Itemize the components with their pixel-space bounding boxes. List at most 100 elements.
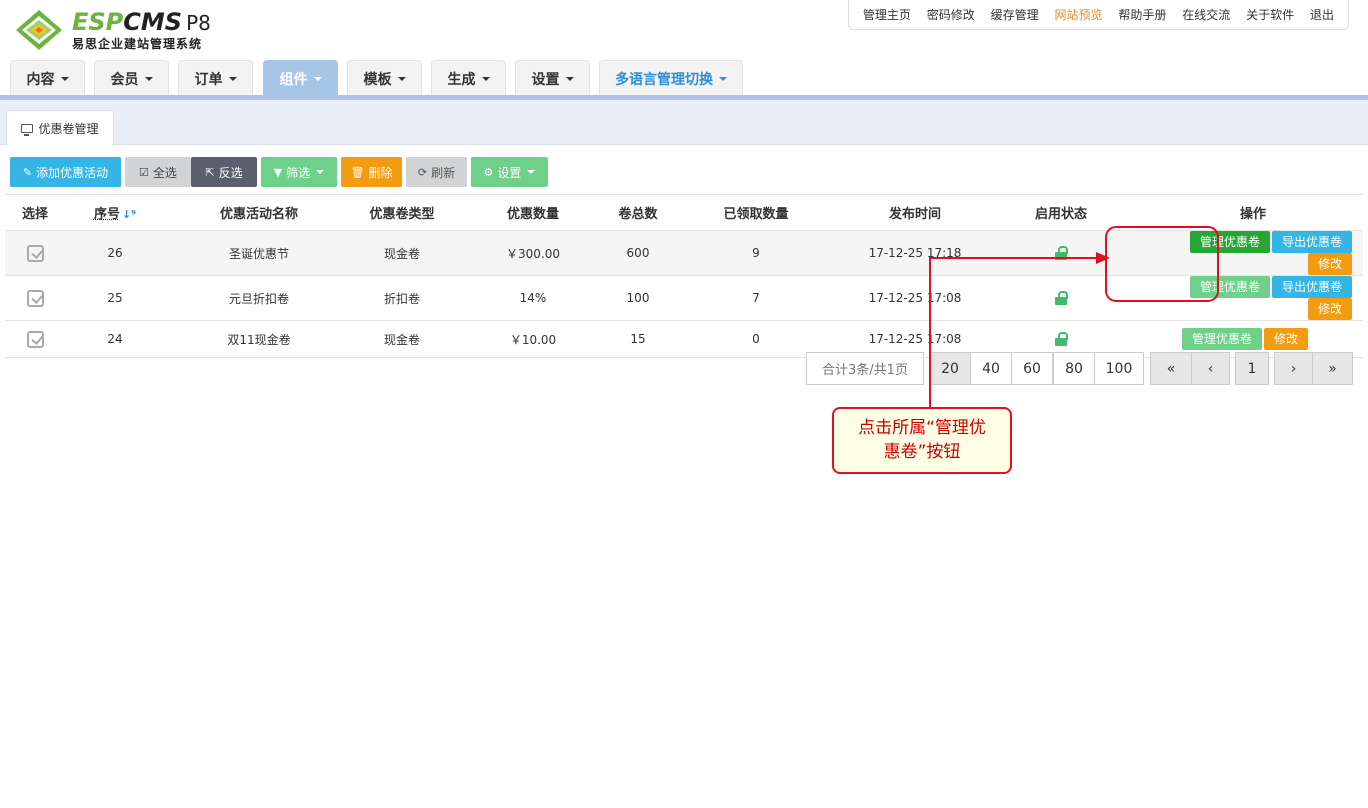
add-activity-label: 添加优惠活动 [36, 165, 109, 180]
invert-select-button[interactable]: ⇱ 反选 [191, 157, 257, 187]
brand-version: P8 [186, 11, 211, 35]
nav-language[interactable]: 多语言管理切换 [599, 60, 743, 96]
row-type: 折扣卷 [353, 275, 451, 321]
chevron-down-icon [313, 76, 322, 81]
header: ESPCMS P8 易思企业建站管理系统 管理主页 密码修改 缓存管理 网站预览 … [0, 0, 1368, 100]
top-links: 管理主页 密码修改 缓存管理 网站预览 帮助手册 在线交流 关于软件 退出 [848, 0, 1349, 30]
topnav-cache[interactable]: 缓存管理 [991, 6, 1039, 23]
page-size-40[interactable]: 40 [970, 352, 1012, 385]
filter-button[interactable]: ▼ 筛选 [261, 157, 337, 187]
nav-generate[interactable]: 生成 [431, 60, 506, 96]
sort-icon[interactable]: ↓⁹ [122, 208, 136, 221]
select-all-button[interactable]: ☑ 全选 [125, 157, 191, 187]
nav-member[interactable]: 会员 [94, 60, 169, 96]
row-time: 17-12-25 17:18 [851, 230, 979, 276]
check-square-icon: ☑ [139, 165, 149, 179]
delete-button[interactable]: 🗑 删除 [341, 157, 402, 187]
page-size-60[interactable]: 60 [1011, 352, 1053, 385]
row-amount: ￥300.00 [451, 230, 615, 276]
table-header-row: 选择 序号 ↓⁹ 优惠活动名称 优惠卷类型 优惠数量 卷总数 已领取数量 发布时间… [5, 194, 1363, 231]
manage-coupon-button[interactable]: 管理优惠卷 [1189, 231, 1270, 253]
nav-component[interactable]: 组件 [263, 60, 338, 96]
last-page-button[interactable]: » [1312, 352, 1353, 385]
unlock-icon[interactable] [1055, 332, 1068, 347]
trash-icon: 🗑 [350, 165, 365, 179]
col-id-label: 序号 [93, 207, 120, 222]
refresh-button[interactable]: ⟳ 刷新 [406, 157, 467, 187]
annotation-line1: 点击所属“管理优 [858, 418, 986, 438]
edit-button[interactable]: 修改 [1307, 298, 1352, 320]
next-page-button[interactable]: › [1274, 352, 1313, 385]
row-total: 100 [615, 275, 661, 321]
chevron-down-icon [481, 76, 490, 81]
page-size-80[interactable]: 80 [1053, 352, 1095, 385]
refresh-icon: ⟳ [417, 165, 428, 179]
chevron-down-icon [228, 76, 237, 81]
select-all-label: 全选 [152, 165, 177, 180]
delete-label: 删除 [368, 165, 393, 180]
row-checkbox[interactable] [26, 330, 44, 348]
page-info: 合计3条/共1页 [806, 352, 924, 385]
chevron-down-icon [397, 76, 406, 81]
gear-icon: ⚙ [483, 165, 494, 179]
row-type: 现金卷 [353, 230, 451, 276]
nav-content[interactable]: 内容 [10, 60, 85, 96]
export-coupon-button[interactable]: 导出优惠卷 [1271, 276, 1352, 298]
chevron-down-icon [144, 76, 153, 81]
annotation-callout: 点击所属“管理优 惠卷”按钮 [832, 407, 1012, 474]
row-name: 圣诞优惠节 [165, 230, 353, 276]
topnav-help[interactable]: 帮助手册 [1118, 6, 1166, 23]
prev-page-button[interactable]: ‹ [1191, 352, 1230, 385]
nav-settings[interactable]: 设置 [515, 60, 590, 96]
row-received: 9 [661, 230, 851, 276]
row-total: 15 [615, 320, 661, 358]
row-id: 25 [65, 275, 165, 321]
row-checkbox[interactable] [26, 244, 44, 262]
annotation-line2: 惠卷”按钮 [883, 442, 961, 462]
row-checkbox[interactable] [26, 289, 44, 307]
tab-coupon-manage-label: 优惠卷管理 [38, 122, 99, 136]
unlock-icon[interactable] [1055, 246, 1068, 261]
topnav-logout[interactable]: 退出 [1310, 6, 1334, 23]
topnav-about[interactable]: 关于软件 [1246, 6, 1294, 23]
page-size-20[interactable]: 20 [929, 352, 971, 385]
col-received: 已领取数量 [661, 194, 851, 231]
export-coupon-button[interactable]: 导出优惠卷 [1271, 231, 1352, 253]
topnav-chat[interactable]: 在线交流 [1182, 6, 1230, 23]
row-type: 现金卷 [353, 320, 451, 358]
settings-label: 设置 [497, 165, 522, 180]
add-activity-button[interactable]: ✎ 添加优惠活动 [10, 157, 121, 187]
row-id: 26 [65, 230, 165, 276]
manage-coupon-button[interactable]: 管理优惠卷 [1189, 276, 1270, 298]
table-row: 25 元旦折扣卷 折扣卷 14% 100 7 17-12-25 17:08 管理… [5, 275, 1363, 321]
tab-coupon-manage[interactable]: 优惠卷管理 [6, 110, 114, 146]
monitor-icon [21, 124, 34, 136]
edit-button[interactable]: 修改 [1307, 253, 1352, 275]
chevron-down-icon [527, 170, 536, 174]
unlock-icon[interactable] [1055, 291, 1068, 306]
nav-template[interactable]: 模板 [347, 60, 422, 96]
row-id: 24 [65, 320, 165, 358]
nav-language-label: 多语言管理切换 [615, 71, 713, 88]
col-type: 优惠卷类型 [353, 194, 451, 231]
col-id[interactable]: 序号 ↓⁹ [65, 194, 165, 231]
first-page-button[interactable]: « [1150, 352, 1192, 385]
row-total: 600 [615, 230, 661, 276]
page-size-100[interactable]: 100 [1094, 352, 1144, 385]
col-select: 选择 [5, 194, 65, 231]
topnav-home[interactable]: 管理主页 [863, 6, 911, 23]
manage-coupon-button[interactable]: 管理优惠卷 [1181, 328, 1262, 350]
brand-name-2: CMS [123, 8, 183, 36]
topnav-password[interactable]: 密码修改 [927, 6, 975, 23]
brand-name-1: ESP [72, 8, 124, 36]
edit-button[interactable]: 修改 [1263, 328, 1308, 350]
col-status: 启用状态 [979, 194, 1143, 231]
refresh-label: 刷新 [431, 165, 456, 180]
page-number-button[interactable]: 1 [1235, 352, 1269, 385]
nav-order[interactable]: 订单 [178, 60, 253, 96]
coupon-table: 选择 序号 ↓⁹ 优惠活动名称 优惠卷类型 优惠数量 卷总数 已领取数量 发布时间… [5, 194, 1363, 358]
chevron-down-icon [719, 76, 727, 81]
settings-button[interactable]: ⚙ 设置 [471, 157, 548, 187]
topnav-preview[interactable]: 网站预览 [1055, 6, 1103, 23]
share-square-icon: ⇱ [205, 165, 215, 179]
